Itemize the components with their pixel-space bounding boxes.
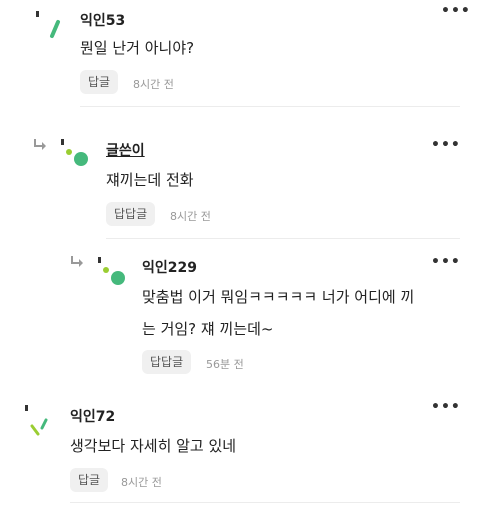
- green-dot-avatar-icon: [98, 257, 125, 285]
- comment-author[interactable]: 익인72: [70, 406, 115, 426]
- comment-text: 생각보다 자세히 알고 있네: [70, 437, 237, 455]
- comment-time: 8시간 전: [121, 476, 162, 489]
- more-options-icon[interactable]: •••: [431, 400, 461, 414]
- comment-time: 56분 전: [206, 358, 244, 371]
- reply-button[interactable]: 답글: [80, 70, 119, 94]
- comment-item: 익인72 ••• 생각보다 자세히 알고 있네 답글 8시간 전: [0, 392, 502, 505]
- more-options-icon[interactable]: •••: [431, 255, 461, 269]
- comment-item: 익인229 ••• 맞춤법 이거 뭐임ㅋㅋㅋㅋㅋ 너가 어디에 끼 는 거임? …: [0, 245, 502, 385]
- comment-time: 8시간 전: [133, 78, 174, 91]
- reply-arrow-icon: [71, 256, 83, 267]
- comment-author[interactable]: 익인53: [80, 10, 125, 30]
- comment-author[interactable]: 익인229: [142, 257, 197, 277]
- reply-button[interactable]: 답답글: [106, 202, 156, 226]
- reply-button[interactable]: 답글: [70, 468, 109, 492]
- divider: [80, 106, 460, 107]
- double-slash-avatar-icon: [25, 405, 48, 436]
- comment-time: 8시간 전: [170, 210, 211, 223]
- comment-author[interactable]: 글쓴이: [106, 140, 145, 160]
- reply-button[interactable]: 답답글: [142, 350, 192, 374]
- comment-text-line: 는 거임? 쟤 끼는데~: [142, 320, 274, 338]
- more-options-icon[interactable]: •••: [431, 138, 461, 152]
- comment-text: 뭔일 난거 아니야?: [80, 39, 195, 57]
- slash-avatar-icon: [36, 11, 60, 38]
- more-options-icon[interactable]: •••: [441, 4, 471, 18]
- comment-text: 쟤끼는데 전화: [106, 171, 194, 189]
- green-dot-avatar-icon: [61, 139, 88, 166]
- divider: [106, 238, 460, 239]
- comment-item: 글쓴이 ••• 쟤끼는데 전화 답답글 8시간 전: [0, 118, 502, 239]
- divider: [70, 502, 460, 503]
- comment-item: 익인53 ••• 뭔일 난거 아니야? 답글 8시간 전: [0, 0, 502, 110]
- reply-arrow-icon: [34, 139, 46, 150]
